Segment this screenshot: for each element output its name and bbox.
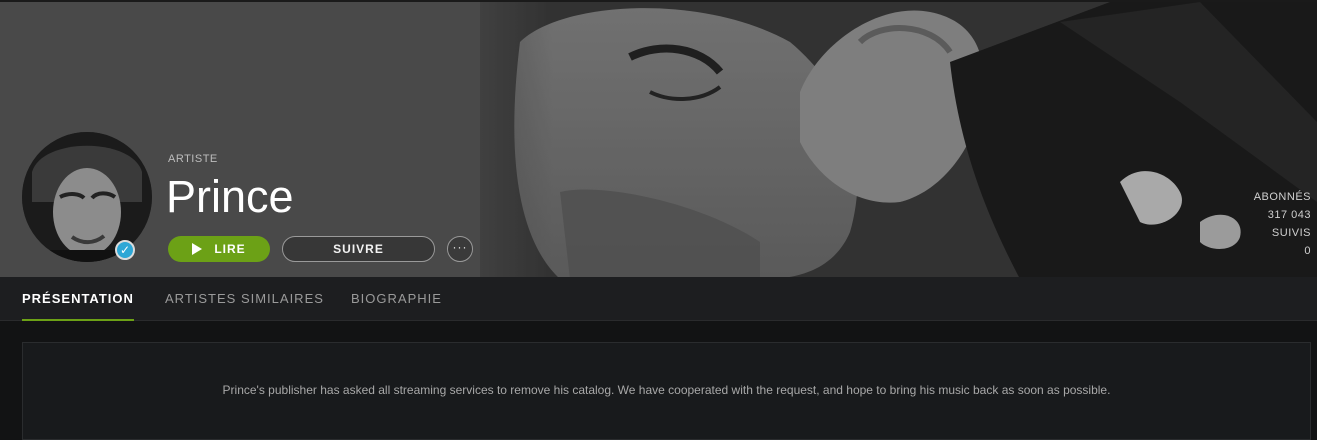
- followers-label: ABONNÉS: [1253, 191, 1311, 203]
- artist-tabs: PRÉSENTATION ARTISTES SIMILAIRES BIOGRAP…: [0, 277, 1317, 321]
- tab-biography[interactable]: BIOGRAPHIE: [351, 277, 442, 321]
- artist-header-banner: ✓ ARTISTE Prince LIRE SUIVRE ··· ABONNÉS…: [0, 0, 1317, 277]
- following-count: 0: [1304, 245, 1311, 257]
- follow-button[interactable]: SUIVRE: [282, 236, 435, 262]
- following-label: SUIVIS: [1271, 227, 1311, 239]
- more-icon: ···: [452, 240, 468, 254]
- tab-related-artists[interactable]: ARTISTES SIMILAIRES: [165, 277, 324, 321]
- tab-overview-label: PRÉSENTATION: [22, 291, 134, 306]
- play-icon: [192, 243, 203, 255]
- verified-check-icon: ✓: [115, 240, 135, 260]
- artist-type-label: ARTISTE: [168, 153, 218, 165]
- active-tab-indicator: [22, 319, 134, 321]
- artist-page: ✓ ARTISTE Prince LIRE SUIVRE ··· ABONNÉS…: [0, 0, 1317, 440]
- tab-overview[interactable]: PRÉSENTATION: [22, 277, 134, 321]
- followers-count: 317 043: [1267, 209, 1311, 221]
- notice-text: Prince's publisher has asked all streami…: [222, 383, 1111, 397]
- tab-biography-label: BIOGRAPHIE: [351, 291, 442, 306]
- play-button[interactable]: LIRE: [168, 236, 270, 262]
- follow-button-label: SUIVRE: [333, 242, 384, 256]
- tab-related-artists-label: ARTISTES SIMILAIRES: [165, 291, 324, 306]
- artist-stats: ABONNÉS 317 043 SUIVIS 0: [1254, 188, 1311, 260]
- play-button-label: LIRE: [214, 242, 246, 256]
- more-options-button[interactable]: ···: [447, 236, 473, 262]
- catalog-removed-notice: Prince's publisher has asked all streami…: [22, 342, 1311, 440]
- artist-name: Prince: [166, 171, 294, 222]
